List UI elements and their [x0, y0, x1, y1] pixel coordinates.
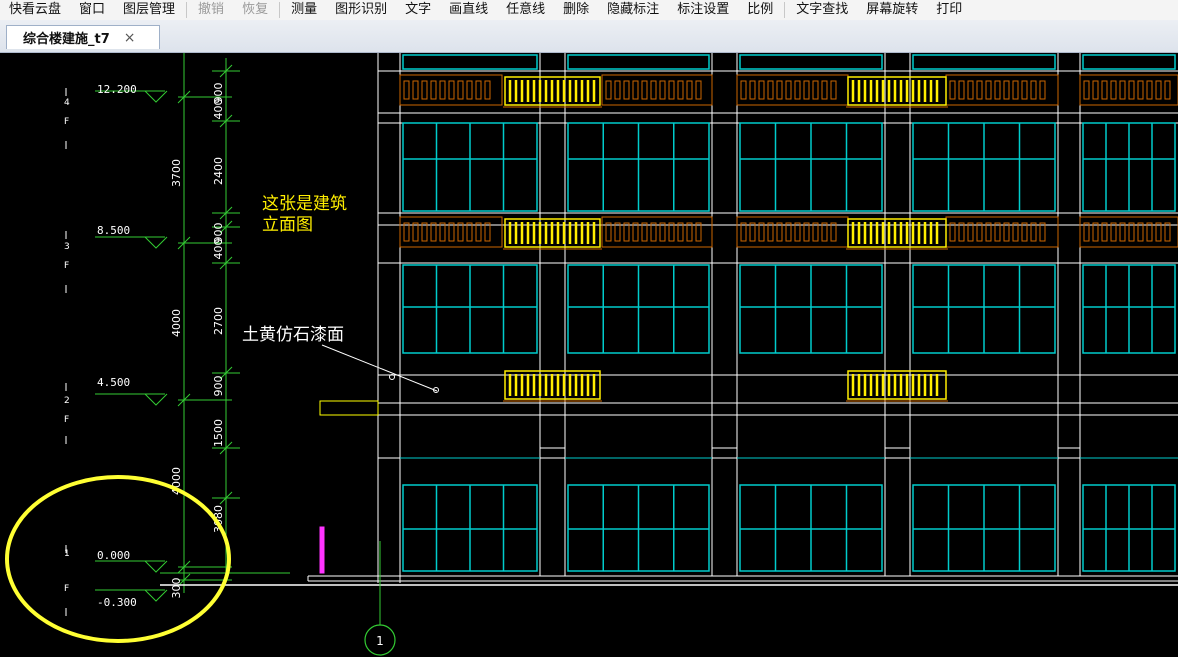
menu-item-12[interactable]: 标注设置	[668, 1, 738, 19]
menu-item-2[interactable]: 图层管理	[114, 1, 184, 19]
menu-item-11[interactable]: 隐藏标注	[598, 1, 668, 19]
menu-item-15[interactable]: 屏幕旋转	[857, 1, 927, 19]
menu-item-3[interactable]: 撤销	[189, 1, 233, 19]
floor-tag: F	[64, 117, 69, 127]
menu-item-4[interactable]: 恢复	[233, 1, 277, 19]
material-note: 土黄仿石漆面	[242, 325, 344, 345]
close-icon[interactable]: ×	[124, 30, 136, 46]
menu-separator	[784, 2, 786, 18]
menu-item-13[interactable]: 比例	[738, 1, 782, 19]
dimension-label-inner: 2400	[212, 157, 225, 185]
dimension-label-inner: 1500	[212, 419, 225, 447]
floor-tag: 4	[64, 98, 70, 108]
annotation-line-2: 立面图	[262, 215, 313, 235]
dimension-label-outer: 3700	[170, 159, 183, 187]
dimension-label-outer: 4000	[170, 309, 183, 337]
menu-item-6[interactable]: 图形识别	[326, 1, 396, 19]
menu-item-5[interactable]: 测量	[282, 1, 326, 19]
menu-item-0[interactable]: 快看云盘	[0, 1, 70, 19]
dimension-label-inner: 900	[212, 223, 225, 244]
menu-bar: 快看云盘 窗口 图层管理 撤销 恢复 测量 图形识别 文字 画直线 任意线 删除 隐藏标注 标注设置 比例…	[0, 0, 1178, 20]
level-label: 0.000	[97, 549, 130, 562]
floor-tag: F	[64, 584, 69, 594]
menu-item-8[interactable]: 画直线	[440, 1, 497, 19]
magenta-marker	[319, 526, 325, 574]
floor-tag: F	[64, 415, 69, 425]
level-label: 8.500	[97, 224, 130, 237]
axis-label: 1	[376, 634, 384, 648]
tab-title: 综合楼建施_t7	[23, 32, 110, 47]
dimension-label-inner: 2700	[212, 307, 225, 335]
elevation-drawing[interactable]: 3700400040003004009002400400900270090015…	[0, 53, 1178, 657]
menu-item-14[interactable]: 文字查找	[787, 1, 857, 19]
floor-tag: 1	[64, 549, 70, 559]
floor-tag: F	[64, 261, 69, 271]
tab-bar: 综合楼建施_t7 ×	[0, 20, 1178, 53]
annotation-line-1: 这张是建筑	[262, 194, 347, 214]
dimension-label-inner: 900	[212, 83, 225, 104]
level-label: 12.200	[97, 83, 137, 96]
dimension-label-outer: 300	[170, 578, 183, 599]
menu-separator	[279, 2, 281, 18]
tab-document[interactable]: 综合楼建施_t7 ×	[6, 25, 160, 49]
menu-item-7[interactable]: 文字	[396, 1, 440, 19]
menu-item-9[interactable]: 任意线	[497, 1, 554, 19]
floor-tag: 2	[64, 396, 70, 406]
menu-item-1[interactable]: 窗口	[70, 1, 114, 19]
level-label: -0.300	[97, 596, 137, 609]
dimension-label-inner: 900	[212, 376, 225, 397]
menu-item-16[interactable]: 打印	[927, 1, 971, 19]
drawing-canvas[interactable]: 3700 4000 4000 300 400 900 2400 400 900 2700 900 15…	[0, 53, 1178, 657]
floor-tag: 3	[64, 242, 70, 252]
level-label: 4.500	[97, 376, 130, 389]
menu-separator	[186, 2, 188, 18]
menu-item-10[interactable]: 删除	[554, 1, 598, 19]
